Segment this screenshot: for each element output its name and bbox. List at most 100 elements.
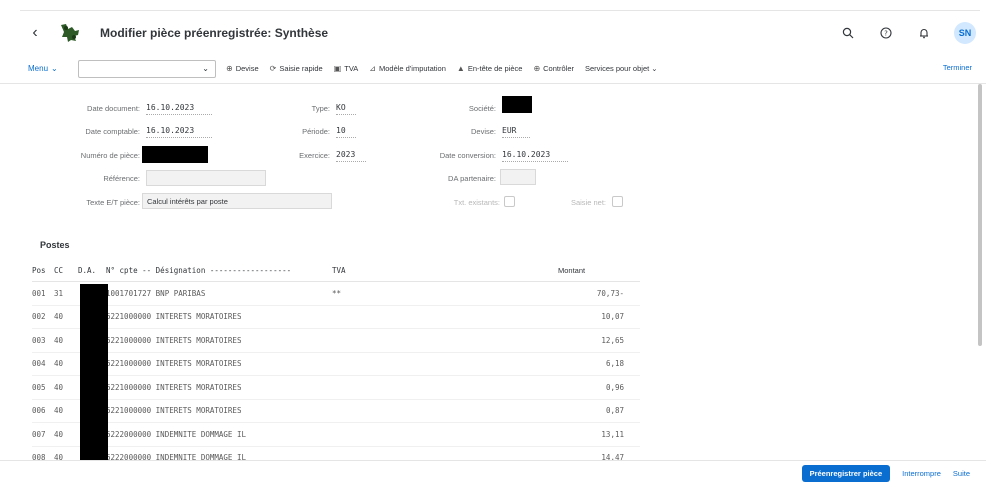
row-cc: 31 [54, 288, 64, 298]
toolbar: Menu ⌄ ⌄ ⊕ Devise ⟳ Saisie rapide ▣ TVA … [0, 54, 986, 84]
col-cpte: N° cpte -- Désignation -----------------… [106, 266, 292, 275]
template-icon: ⊿ [369, 64, 376, 73]
societe-label: Société: [468, 104, 496, 113]
menu-button[interactable]: Menu ⌄ [28, 64, 78, 73]
date-conversion-field[interactable]: 16.10.2023 [502, 150, 568, 162]
table-header: Pos CC D.A. N° cpte -- Désignation -----… [32, 260, 640, 282]
row-montant: 12,65 [601, 335, 624, 345]
devise-label: Devise: [470, 127, 496, 136]
chevron-down-icon: ⌄ [51, 64, 58, 73]
fast-entry-icon: ⟳ [269, 64, 277, 73]
back-button[interactable]: ‹ [20, 24, 50, 42]
exercice-field[interactable]: 2023 [336, 150, 366, 162]
saisie-net-label: Saisie net: [570, 198, 606, 207]
saisie-net-checkbox[interactable] [612, 196, 623, 207]
date-comptable-field[interactable]: 16.10.2023 [146, 126, 212, 138]
postes-table: Pos CC D.A. N° cpte -- Désignation -----… [32, 260, 640, 470]
col-montant: Montant [558, 266, 586, 275]
table-row[interactable]: 006 40 6221000000 INTERETS MORATOIRES 0,87 [32, 400, 640, 423]
row-cc: 40 [54, 312, 64, 322]
date-document-field[interactable]: 16.10.2023 [146, 103, 212, 115]
exercice-label: Exercice: [299, 151, 330, 160]
services-objet-label: Services pour objet [585, 64, 650, 73]
table-row[interactable]: 007 40 6222000000 INDEMNITE DOMMAGE IL 13,1… [32, 423, 640, 447]
row-pos: 003 [32, 335, 46, 345]
texte-piece-input[interactable]: Calcul intérêts par poste [142, 193, 332, 209]
table-row[interactable]: 002 40 6221000000 INTERETS MORATOIRES 10,07 [32, 306, 640, 329]
row-tva: ** [332, 288, 342, 298]
row-cc: 40 [54, 429, 64, 439]
row-pos: 005 [32, 382, 46, 392]
transaction-select[interactable]: ⌄ [78, 59, 216, 78]
da-partenaire-input[interactable] [500, 169, 536, 185]
vertical-scrollbar[interactable] [978, 84, 982, 346]
row-montant: 0,87 [605, 406, 624, 416]
numero-piece-field-redacted[interactable] [142, 146, 208, 163]
chevron-down-icon: ⌄ [651, 64, 658, 73]
da-partenaire-label: DA partenaire: [448, 174, 496, 183]
txt-existants-checkbox[interactable] [504, 196, 515, 207]
modele-imputation-button[interactable]: ⊿ Modèle d'imputation [369, 64, 446, 73]
row-pos: 002 [32, 312, 46, 322]
user-avatar[interactable]: SN [954, 21, 976, 44]
devise-field[interactable]: EUR [502, 126, 530, 138]
row-cpte: 6222000000 INDEMNITE DOMMAGE IL [106, 429, 246, 439]
col-pos: Pos [32, 266, 46, 275]
shell-bar: ‹ Modifier pièce préenregistrée: Synthès… [20, 10, 980, 54]
col-cc: CC [54, 266, 64, 275]
page-title: Modifier pièce préenregistrée: Synthèse [100, 25, 329, 40]
type-field[interactable]: KO [336, 103, 356, 115]
svg-text:?: ? [884, 29, 888, 37]
date-comptable-label: Date comptable: [85, 127, 140, 136]
suite-button[interactable]: Suite [953, 469, 970, 478]
saisie-rapide-button[interactable]: ⟳ Saisie rapide [270, 64, 323, 73]
services-objet-button[interactable]: Services pour objet ⌄ [585, 64, 658, 73]
da-column-redacted [80, 284, 108, 462]
notification-bell-icon[interactable] [916, 25, 932, 41]
en-tete-piece-button[interactable]: ▲ En-tête de pièce [457, 64, 523, 73]
menu-label: Menu [28, 64, 49, 73]
row-cpte: 6221000000 INTERETS MORATOIRES [106, 406, 242, 416]
search-icon[interactable] [840, 25, 856, 41]
reference-input[interactable] [146, 170, 266, 186]
row-pos: 006 [32, 406, 46, 416]
numero-piece-label: Numéro de pièce: [80, 151, 140, 160]
reference-label: Référence: [103, 174, 140, 183]
table-row[interactable]: 005 40 6221000000 INTERETS MORATOIRES 0,96 [32, 376, 640, 400]
row-montant: 10,07 [601, 312, 624, 322]
periode-label: Période: [302, 127, 330, 136]
interrompre-button[interactable]: Interrompre [902, 469, 941, 478]
periode-field[interactable]: 10 [336, 126, 356, 138]
help-icon[interactable]: ? [878, 25, 894, 41]
row-cpte: 6221000000 INTERETS MORATOIRES [106, 312, 242, 322]
devise-label: Devise [235, 64, 259, 73]
table-row[interactable]: 001 31 1001701727 BNP PARIBAS ** 70,73- [32, 282, 640, 306]
preenregistrer-piece-button[interactable]: Préenregistrer pièce [801, 465, 891, 482]
row-montant: 6,18 [605, 359, 624, 369]
row-montant: 0,96 [605, 382, 624, 392]
tva-button[interactable]: ▣ TVA [334, 64, 359, 73]
controler-button[interactable]: ⊕ Contrôler [533, 64, 574, 73]
col-da: D.A. [78, 266, 97, 275]
txt-existants-label: Txt. existants: [453, 198, 500, 207]
societe-field-redacted[interactable] [502, 96, 532, 113]
row-montant: 13,11 [601, 429, 624, 439]
row-cpte: 6221000000 INTERETS MORATOIRES [106, 335, 242, 345]
row-pos: 004 [32, 359, 46, 369]
footer-bar: Préenregistrer pièce Interrompre Suite [0, 460, 986, 486]
app-logo-icon [50, 18, 90, 48]
row-cc: 40 [54, 335, 64, 345]
table-row[interactable]: 003 40 6221000000 INTERETS MORATOIRES 12,65 [32, 329, 640, 353]
devise-button[interactable]: ⊕ Devise [226, 64, 259, 73]
row-cc: 40 [54, 382, 64, 392]
terminer-button[interactable]: Terminer [943, 63, 972, 72]
col-tva: TVA [332, 266, 346, 275]
table-row[interactable]: 004 40 6221000000 INTERETS MORATOIRES 6,18 [32, 353, 640, 376]
header-icon: ▲ [456, 64, 465, 73]
chevron-down-icon: ⌄ [202, 64, 209, 73]
en-tete-piece-label: En-tête de pièce [467, 64, 523, 73]
row-cpte: 6221000000 INTERETS MORATOIRES [106, 359, 242, 369]
row-cpte: 6221000000 INTERETS MORATOIRES [106, 382, 242, 392]
type-label: Type: [311, 104, 330, 113]
tax-icon: ▣ [333, 64, 342, 73]
